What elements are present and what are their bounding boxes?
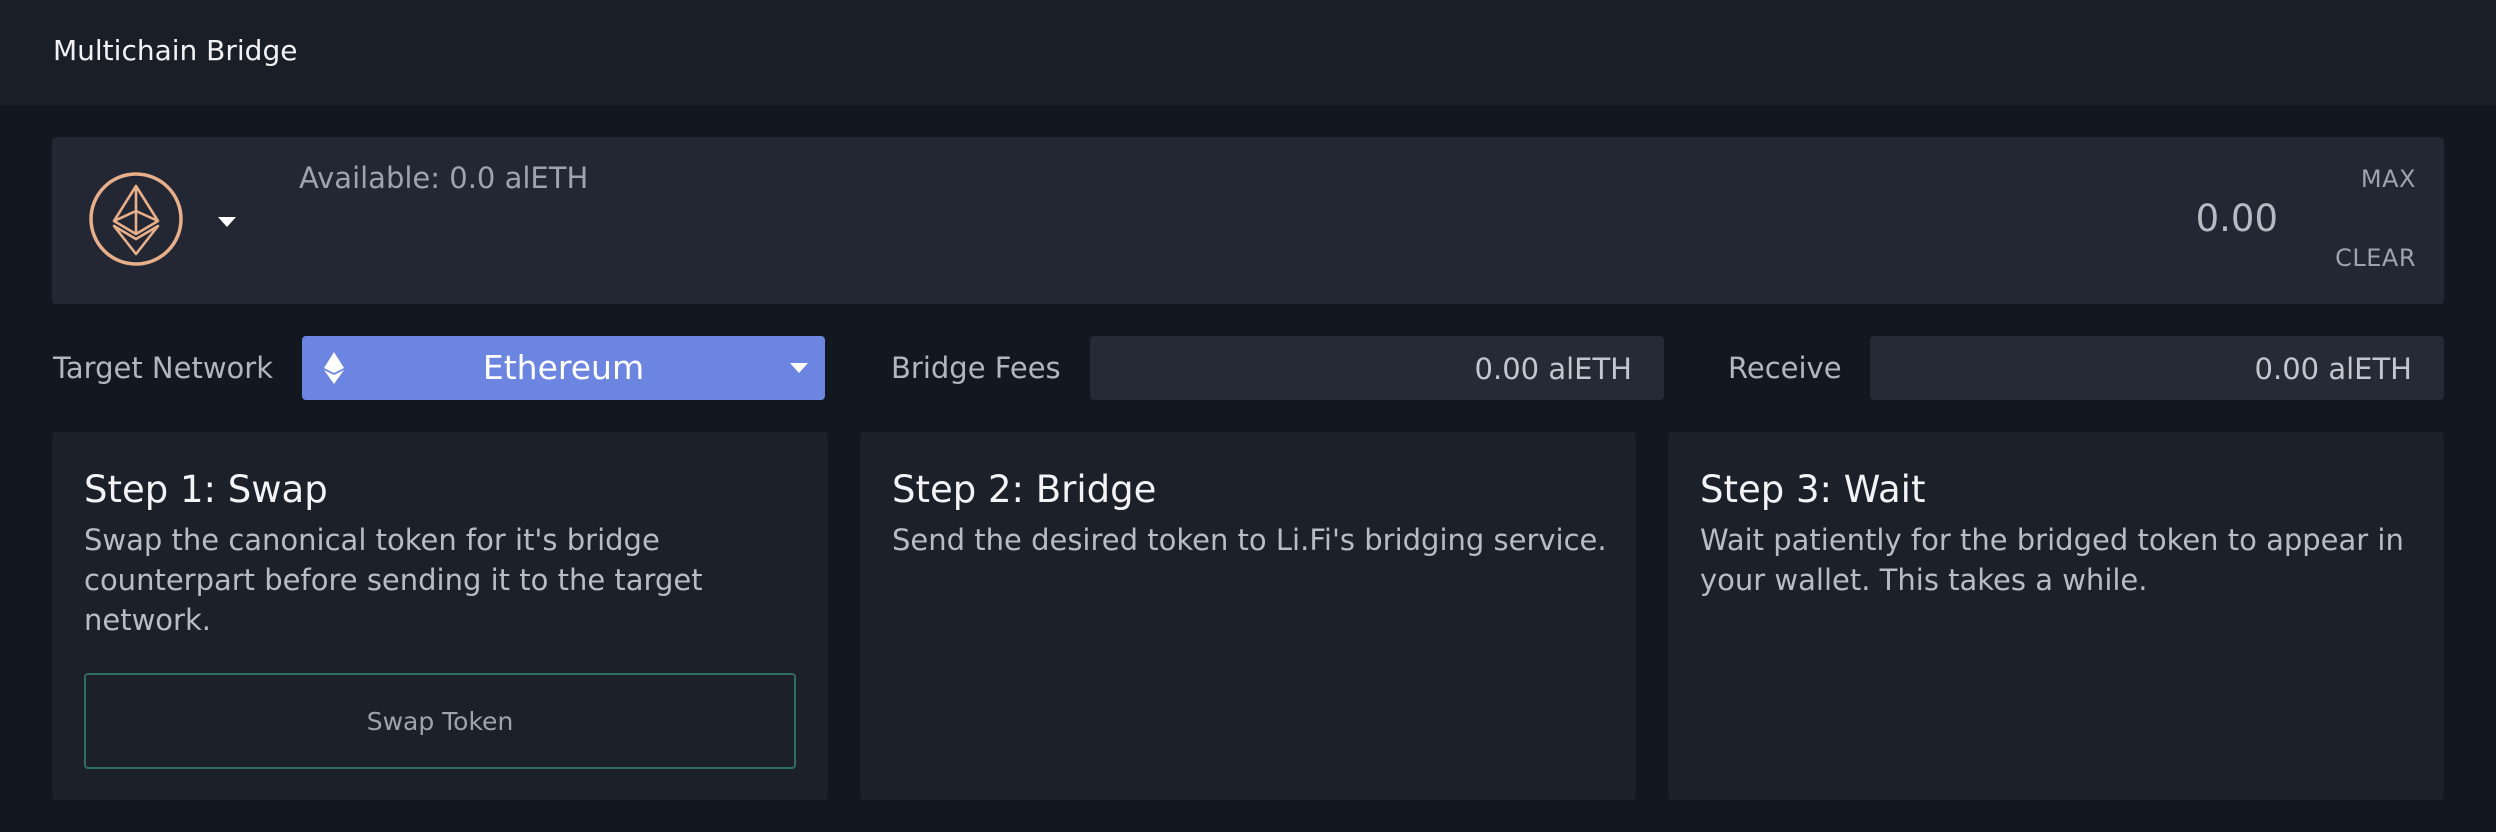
token-dropdown-caret-icon[interactable] [216,211,238,231]
token-input-panel: Available: 0.0 alETH 0.00 MAX CLEAR [52,137,2444,304]
bridge-fees-value: 0.00 alETH [1474,352,1632,386]
step-description: Wait patiently for the bridged token to … [1700,523,2404,597]
step-bridge-card: Step 2: Bridge Send the desired token to… [860,432,1636,800]
target-network-select[interactable]: Ethereum [302,336,825,400]
max-button[interactable]: MAX [2361,165,2416,193]
header: Multichain Bridge [0,0,2496,105]
swap-token-button[interactable]: Swap Token [84,673,796,769]
amount-input[interactable]: 0.00 [2196,197,2278,240]
bridge-fees-field: 0.00 alETH [1090,336,1664,400]
step-title: Step 1: Swap [84,468,328,511]
ethereum-circle-icon[interactable] [88,171,184,267]
receive-value: 0.00 alETH [2254,352,2412,386]
target-network-label: Target Network [53,351,274,385]
bridge-page: Multichain Bridge Available: 0.0 alETH 0… [0,0,2496,832]
selected-network-label: Ethereum [482,348,645,387]
receive-label: Receive [1728,351,1842,385]
step-description: Send the desired token to Li.Fi's bridgi… [892,523,1607,557]
step-title: Step 3: Wait [1700,468,1926,511]
receive-field: 0.00 alETH [1870,336,2444,400]
available-balance: Available: 0.0 alETH [299,161,589,195]
step-swap-card: Step 1: Swap Swap the canonical token fo… [52,432,828,800]
clear-button[interactable]: CLEAR [2335,244,2416,272]
page-title: Multichain Bridge [53,34,298,67]
bridge-fees-label: Bridge Fees [891,351,1061,385]
step-title: Step 2: Bridge [892,468,1157,511]
chevron-down-icon [788,360,810,376]
step-description: Swap the canonical token for it's bridge… [84,523,703,637]
step-wait-card: Step 3: Wait Wait patiently for the brid… [1668,432,2444,800]
